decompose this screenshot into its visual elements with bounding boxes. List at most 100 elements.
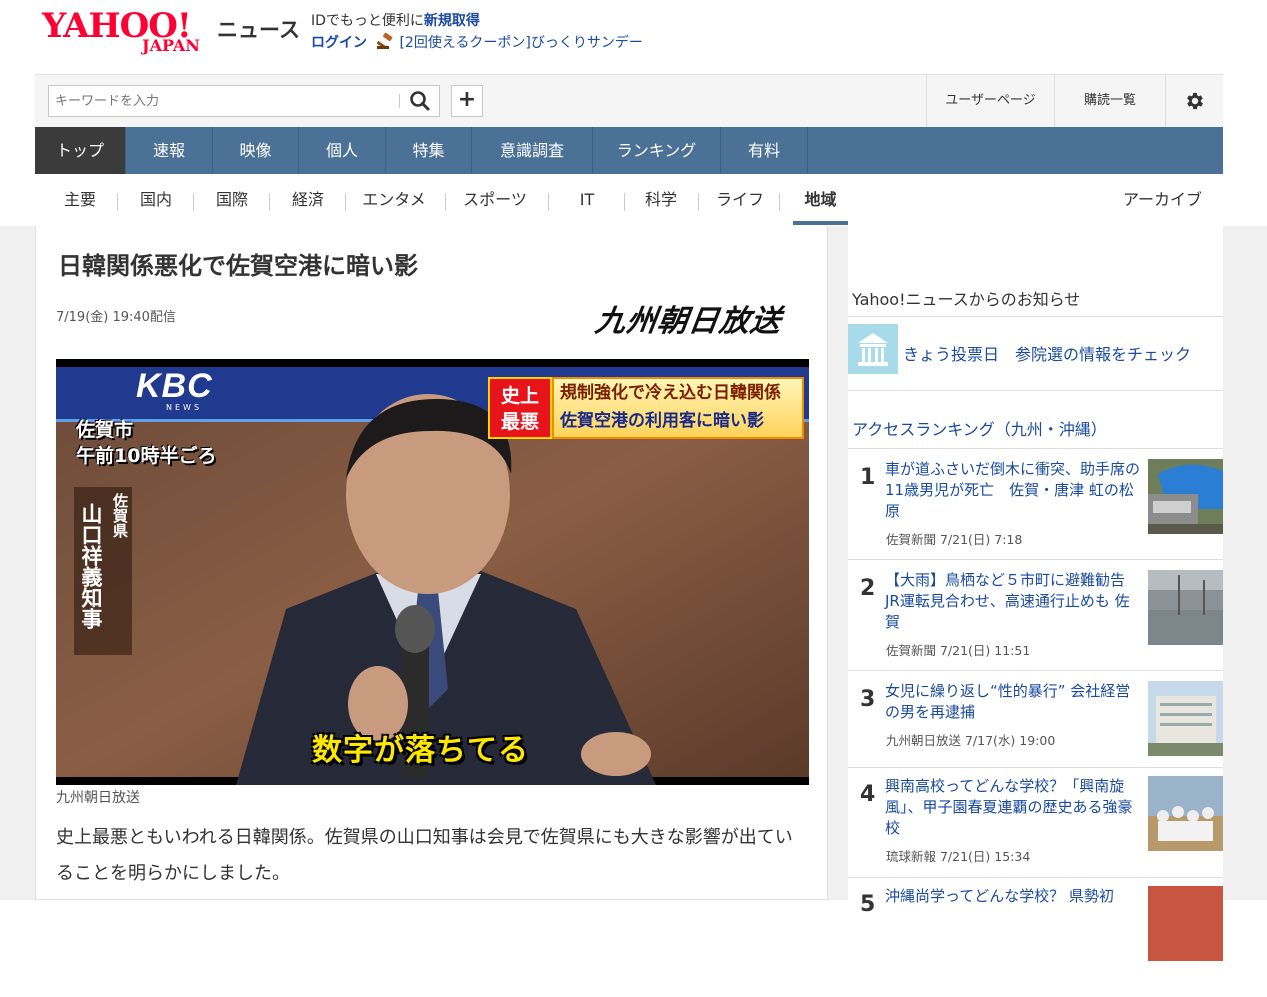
divider (445, 193, 446, 211)
ranking-title[interactable]: 興南高校ってどんな学校？「興南旋風」、甲子園春夏連覇の歴史ある強豪校 (885, 776, 1143, 839)
divider (848, 767, 1223, 768)
rank-number: 1 (860, 465, 876, 490)
auction-gavel-icon (377, 33, 393, 49)
article: 日韓関係悪化で佐賀空港に暗い影 7/19(金) 19:40配信 九州朝日放送 K… (35, 226, 828, 900)
divider (848, 559, 1223, 560)
photo-caption: 九州朝日放送 (56, 790, 140, 806)
divider (193, 193, 194, 211)
rank-number: 2 (860, 576, 876, 601)
ranking-thumbnail[interactable] (1148, 570, 1223, 645)
tab-paid[interactable]: 有料 (721, 127, 808, 174)
sidebar: Yahoo!ニュースからのお知らせ きょう投票日 参院選の情報をチェック アクセ… (848, 226, 1223, 961)
ranking-meta: 琉球新報 7/21(日) 15:34 (886, 849, 1031, 864)
ranking-item[interactable]: 2 【大雨】鳥栖など５市町に避難勧告 JR運転見合わせ、高速通行止めも 佐賀 佐… (848, 570, 1223, 681)
tab-video[interactable]: 映像 (213, 127, 299, 174)
login-link[interactable]: ログイン (311, 35, 367, 51)
subnav-item-it[interactable]: IT (563, 188, 611, 212)
promo-text: IDでもっと便利に (311, 13, 424, 29)
tab-ranking[interactable]: ランキング (593, 127, 721, 174)
notice-item[interactable]: きょう投票日 参院選の情報をチェック (848, 324, 1223, 374)
building-icon (848, 324, 898, 374)
rank-number: 5 (860, 892, 876, 917)
main-nav: トップ 速報 映像 個人 特集 意識調査 ランキング 有料 (35, 127, 1223, 174)
tab-individual[interactable]: 個人 (299, 127, 386, 174)
subnav-item-main[interactable]: 主要 (56, 188, 104, 212)
archive-link[interactable]: アーカイブ (1123, 186, 1202, 210)
ranking-title[interactable]: 車が道ふさいだ倒木に衝突、助手席の11歳男児が死亡 佐賀・唐津 虹の松原 (885, 459, 1143, 522)
tab-breaking[interactable]: 速報 (126, 127, 213, 174)
tab-survey[interactable]: 意識調査 (472, 127, 593, 174)
add-button[interactable]: + (451, 85, 483, 117)
subnav-item-life[interactable]: ライフ (710, 188, 770, 212)
ranking-title[interactable]: 【大雨】鳥栖など５市町に避難勧告 JR運転見合わせ、高速通行止めも 佐賀 (885, 570, 1143, 633)
logo-sub-text: JAPAN (142, 36, 200, 55)
subnav-item-science[interactable]: 科学 (637, 188, 685, 212)
ranking-meta: 佐賀新聞 7/21(日) 7:18 (886, 532, 1023, 547)
register-link[interactable]: 新規取得 (424, 13, 480, 29)
photo-headline-box: 史上最悪 規制強化で冷え込む日韓関係 佐賀空港の利用客に暗い影 (488, 377, 804, 441)
photo-headline-line2: 佐賀空港の利用客に暗い影 (560, 411, 764, 431)
article-body: 史上最悪ともいわれる日韓関係。佐賀県の山口知事は会見で佐賀県にも大きな影響が出て… (56, 827, 793, 884)
ranking-thumbnail[interactable] (1148, 459, 1223, 534)
subnav-item-local[interactable]: 地域 (793, 188, 848, 212)
ranking-thumbnail[interactable] (1148, 681, 1223, 756)
photo-time: 午前10時半ごろ (76, 445, 217, 467)
photo-role: 佐賀県 (111, 493, 129, 538)
divider (698, 193, 699, 211)
kbc-text: KBC (136, 367, 213, 405)
search-divider (399, 94, 400, 108)
ranking-item[interactable]: 1 車が道ふさいだ倒木に衝突、助手席の11歳男児が死亡 佐賀・唐津 虹の松原 佐… (848, 459, 1223, 570)
ranking-meta: 九州朝日放送 7/17(水) 19:00 (886, 733, 1056, 748)
photo-location-caption: 佐賀市 午前10時半ごろ (76, 417, 216, 469)
divider (848, 877, 1223, 878)
user-page-link[interactable]: ユーザーページ (926, 75, 1054, 128)
notice-link[interactable]: きょう投票日 参院選の情報をチェック (903, 341, 1191, 365)
ranking-heading[interactable]: アクセスランキング（九州・沖縄） (852, 416, 1107, 440)
tab-top[interactable]: トップ (35, 127, 126, 174)
photo-person-name: 山口祥義知事 (79, 503, 103, 629)
section-name[interactable]: ニュース (217, 14, 300, 44)
subscriptions-link[interactable]: 購読一覧 (1054, 75, 1165, 128)
active-tab-indicator (793, 221, 848, 225)
photo-subtitle: 数字が落ちてる (312, 733, 529, 768)
search-input[interactable] (49, 86, 399, 116)
divider (779, 193, 780, 211)
subnav-item-world[interactable]: 国際 (208, 188, 256, 212)
search-icon[interactable] (407, 89, 433, 113)
subnav-item-entertainment[interactable]: エンタメ (355, 188, 433, 212)
ranking-title[interactable]: 沖縄尚学ってどんな学校？ 県勢初 (885, 886, 1143, 907)
divider (848, 390, 1223, 391)
divider (269, 193, 270, 211)
ranking-item[interactable]: 5 沖縄尚学ってどんな学校？ 県勢初 (848, 886, 1223, 997)
photo-headline-text: 規制強化で冷え込む日韓関係 佐賀空港の利用客に暗い影 (552, 377, 804, 439)
photo-headline-line1: 規制強化で冷え込む日韓関係 (560, 383, 781, 403)
ranking-thumbnail[interactable] (1148, 776, 1223, 851)
search-box (48, 85, 440, 117)
tab-feature[interactable]: 特集 (386, 127, 472, 174)
divider (848, 316, 1223, 317)
ranking-thumbnail[interactable] (1148, 886, 1223, 961)
kbc-logo: KBC NEWS (136, 367, 226, 415)
settings-button[interactable] (1165, 75, 1223, 128)
ranking-item[interactable]: 4 興南高校ってどんな学校？「興南旋風」、甲子園春夏連覇の歴史ある強豪校 琉球新… (848, 776, 1223, 887)
ranking-title[interactable]: 女児に繰り返し“性的暴行” 会社経営の男を再逮捕 (885, 681, 1143, 723)
article-date: 7/19(金) 19:40配信 (56, 310, 176, 325)
search-bar: + ユーザーページ 購読一覧 (35, 74, 1223, 128)
subnav-item-sports[interactable]: スポーツ (455, 188, 535, 212)
rank-number: 3 (860, 687, 876, 712)
promo-area: IDでもっと便利に新規取得 ログイン [2回使えるクーポン]びっくりサンデー (311, 10, 643, 54)
coupon-link[interactable]: [2回使えるクーポン]びっくりサンデー (399, 35, 642, 51)
ranking-meta: 佐賀新聞 7/21(日) 11:51 (886, 643, 1031, 658)
photo-headline-tag: 史上最悪 (488, 377, 552, 439)
photo-name-caption: 佐賀県 山口祥義知事 (74, 487, 132, 655)
divider (624, 193, 625, 211)
article-photo[interactable]: KBC NEWS 佐賀市 午前10時半ごろ 佐賀県 山口祥義知事 史上最悪 規制… (56, 359, 809, 785)
rank-number: 4 (860, 782, 876, 807)
yahoo-japan-logo[interactable]: YAHOO! JAPAN (42, 6, 214, 56)
article-title: 日韓関係悪化で佐賀空港に暗い影 (58, 252, 418, 280)
kbc-news-text: NEWS (166, 403, 203, 412)
subnav-item-economy[interactable]: 経済 (284, 188, 332, 212)
source-logo[interactable]: 九州朝日放送 (593, 296, 785, 340)
subnav-item-domestic[interactable]: 国内 (132, 188, 180, 212)
sub-nav: 主要 国内 国際 経済 エンタメ スポーツ IT 科学 ライフ 地域 アーカイブ (35, 174, 1223, 226)
